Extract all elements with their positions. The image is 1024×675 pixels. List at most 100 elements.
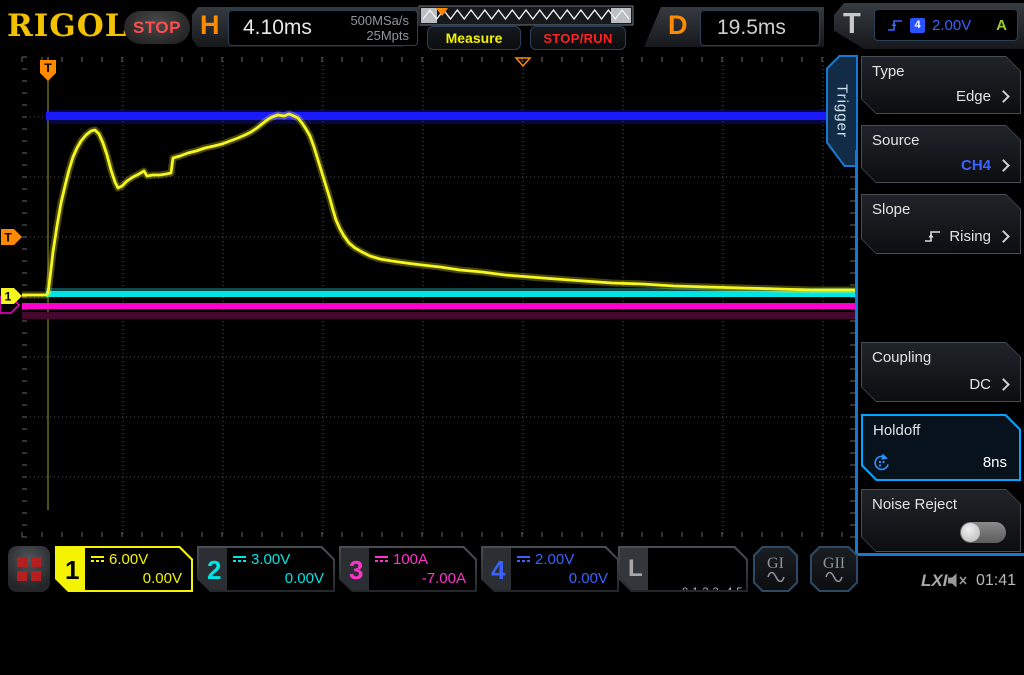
generator1-label: GI: [767, 556, 784, 571]
trace-ch3: [22, 303, 855, 309]
delay-label: D: [668, 10, 688, 41]
menu-grid-icon: [17, 557, 41, 581]
toggle-knob: [961, 523, 980, 542]
horizontal-label: H: [200, 10, 220, 41]
main-menu-button[interactable]: [8, 546, 50, 592]
trigger-status-box[interactable]: 4 2.00V A: [874, 9, 1018, 41]
svg-text:1: 1: [5, 290, 12, 304]
timebase-box[interactable]: 4.10ms 500MSa/s 25Mpts: [228, 10, 418, 46]
digital-row2: 8 9 1011 12131415: [682, 630, 785, 645]
menu-item-type-inner: Type Edge: [862, 57, 1020, 113]
generator1-button[interactable]: GI: [753, 546, 798, 592]
run-status-badge: STOP: [124, 11, 190, 44]
source-value: CH4: [961, 157, 991, 174]
menu-item-noise-reject-inner: Noise Reject: [862, 490, 1020, 551]
noise-reject-toggle[interactable]: [960, 522, 1006, 543]
rising-edge-icon: [924, 230, 941, 243]
memory-depth: 25Mpts: [350, 28, 409, 43]
trigger-level-value: 2.00V: [932, 17, 971, 34]
channel1-scale: 6.00V: [109, 551, 148, 568]
delay-box[interactable]: 19.5ms: [700, 10, 820, 46]
chevron-right-icon: [997, 90, 1010, 103]
channel2-number: 2: [207, 555, 221, 586]
sidebar-border-vertical: [855, 150, 858, 556]
acquisition-info: 500MSa/s 25Mpts: [350, 13, 409, 43]
timebase-value: 4.10ms: [243, 16, 312, 40]
holdoff-value: 8ns: [983, 454, 1007, 471]
menu-item-coupling[interactable]: Coupling DC: [861, 342, 1021, 402]
generator2-button[interactable]: GII: [810, 546, 858, 592]
channel2-values: 3.00V 0.00V: [227, 548, 333, 590]
menu-item-noise-reject[interactable]: Noise Reject: [861, 489, 1021, 552]
trigger-menu-tab-inner: Trigger: [828, 57, 856, 165]
chevron-right-icon: [997, 230, 1010, 243]
channel1-values: 6.00V 0.00V: [85, 548, 191, 590]
horizontal-position-bar[interactable]: [419, 6, 633, 25]
channel4-offset: 0.00V: [569, 570, 608, 587]
slope-value: Rising: [949, 228, 991, 245]
menu-item-source[interactable]: Source CH4: [861, 125, 1021, 183]
chevron-right-icon: [997, 378, 1010, 391]
channel4-values: 2.00V 0.00V: [511, 548, 617, 590]
source-label: Source: [872, 132, 920, 149]
trigger-mode: A: [996, 17, 1007, 34]
sine-wave-icon: [825, 571, 843, 582]
channel2-scale: 3.00V: [251, 551, 290, 568]
stop-run-button[interactable]: STOP/RUN: [530, 26, 626, 50]
delay-value: 19.5ms: [717, 16, 786, 40]
type-value: Edge: [956, 88, 991, 105]
svg-text:T: T: [4, 231, 12, 245]
lxi-logo: LXI: [921, 571, 947, 591]
coupling-value: DC: [969, 376, 991, 393]
trace-markers[interactable]: T T 1: [0, 58, 530, 313]
menu-item-source-inner: Source CH4: [862, 126, 1020, 182]
menu-item-holdoff[interactable]: Holdoff 8ns: [861, 414, 1021, 481]
channel3-scale: 100A: [393, 551, 428, 568]
rising-edge-icon: [887, 19, 903, 32]
channel1-number: 1: [65, 555, 79, 586]
sample-rate: 500MSa/s: [350, 13, 409, 28]
noise-reject-label: Noise Reject: [872, 496, 957, 513]
trace-ch2: [46, 291, 855, 297]
trigger-menu-tab-label: Trigger: [834, 84, 851, 138]
channel4-scale: 2.00V: [535, 551, 574, 568]
sidebar-border-horizontal: [855, 553, 1024, 556]
digital-channels-box[interactable]: L 0 1 2 3 4 5 6 7 8 9 1011 12131415: [618, 546, 748, 592]
channel1-offset: 0.00V: [143, 570, 182, 587]
menu-item-coupling-inner: Coupling DC: [862, 343, 1020, 401]
knob-cycle-icon: [871, 453, 891, 472]
chevron-right-icon: [997, 159, 1010, 172]
svg-text:T: T: [44, 61, 52, 75]
system-clock: 01:41: [976, 572, 1016, 590]
digital-values: 0 1 2 3 4 5 6 7 8 9 1011 12131415: [648, 548, 746, 590]
channel1-box[interactable]: 1 6.00V 0.00V: [55, 546, 193, 592]
menu-item-slope[interactable]: Slope Rising: [861, 194, 1021, 254]
sine-wave-icon: [767, 571, 785, 582]
channel3-values: 100A -7.00A: [369, 548, 475, 590]
type-label: Type: [872, 63, 905, 80]
dc-coupling-icon: [517, 556, 530, 562]
brand-logo: RIGOL: [7, 8, 128, 44]
channel3-box[interactable]: 3 100A -7.00A: [339, 546, 477, 592]
menu-item-holdoff-inner: Holdoff 8ns: [863, 416, 1019, 479]
menu-item-type[interactable]: Type Edge: [861, 56, 1021, 114]
channel4-box[interactable]: 4 2.00V 0.00V: [481, 546, 619, 592]
coupling-label: Coupling: [872, 349, 931, 366]
oscilloscope-screen: { "header": { "brand": "RIGOL", "run_sta…: [0, 0, 1024, 600]
trace-ch4: [46, 112, 855, 120]
channel2-offset: 0.00V: [285, 570, 324, 587]
slope-label: Slope: [872, 201, 910, 218]
holdoff-label: Holdoff: [873, 422, 920, 439]
channel2-box[interactable]: 2 3.00V 0.00V: [197, 546, 335, 592]
measure-button[interactable]: Measure: [427, 26, 521, 50]
trigger-source-badge: 4: [910, 18, 925, 33]
trace-ch1: [22, 114, 855, 295]
dc-coupling-icon: [91, 556, 104, 562]
channel3-number: 3: [349, 555, 363, 586]
ch3-noise: [22, 312, 855, 319]
channel4-number: 4: [491, 555, 505, 586]
channel3-offset: -7.00A: [422, 570, 466, 587]
dc-coupling-icon: [375, 556, 388, 562]
generator1-inner: GI: [755, 548, 796, 590]
traces: [22, 110, 855, 319]
